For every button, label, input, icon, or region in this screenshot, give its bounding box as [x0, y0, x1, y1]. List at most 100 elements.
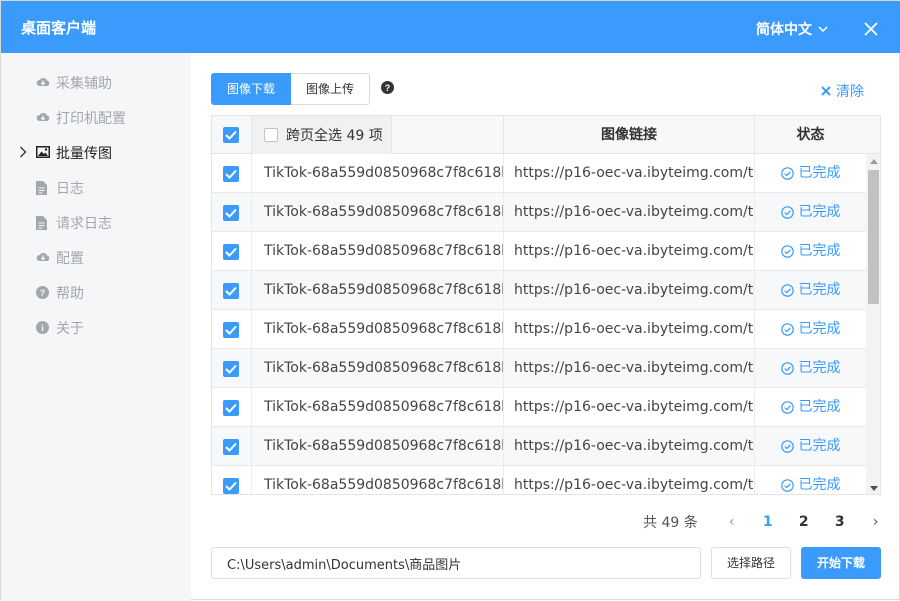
- select-all-checkbox[interactable]: [223, 127, 239, 143]
- sidebar-item[interactable]: 请求日志: [1, 211, 191, 235]
- check-circle-icon: [780, 245, 794, 258]
- start-download-button[interactable]: 开始下载: [801, 547, 881, 579]
- table-row[interactable]: TikTok-68a559d0850968c7f8c618b... https:/…: [212, 193, 866, 232]
- sidebar-item-label: 批量传图: [56, 146, 112, 162]
- row-checkbox-cell: [212, 466, 252, 494]
- table-body: TikTok-68a559d0850968c7f8c618b... https:/…: [212, 154, 866, 494]
- select-across-pages-label: 跨页全选 49 项: [286, 128, 383, 144]
- row-checkbox[interactable]: [223, 166, 239, 182]
- sidebar-item[interactable]: 打印机配置: [1, 106, 191, 130]
- scroll-thumb[interactable]: [868, 170, 879, 304]
- sidebar-item-label: 日志: [56, 181, 84, 197]
- tab-image-upload[interactable]: 图像上传: [291, 73, 371, 105]
- row-status-label: 已完成: [798, 243, 841, 259]
- next-page-icon[interactable]: ›: [858, 514, 894, 530]
- check-circle-icon: [780, 440, 794, 453]
- check-circle-icon: [780, 401, 794, 414]
- check-circle-icon: [780, 323, 794, 336]
- row-status: 已完成: [755, 271, 866, 310]
- row-checkbox[interactable]: [223, 478, 239, 494]
- prev-page-icon[interactable]: ‹: [714, 514, 750, 530]
- choose-path-button[interactable]: 选择路径: [711, 547, 791, 579]
- pagination: 共 49 条 ‹ 1 2 3 ›: [643, 511, 894, 533]
- sidebar-item[interactable]: 采集辅助: [1, 71, 191, 95]
- row-checkbox[interactable]: [223, 361, 239, 377]
- check-circle-icon: [780, 479, 794, 492]
- sidebar-item[interactable]: i 关于: [1, 316, 191, 340]
- download-table: 名 图像链接 状态 跨页全选 49 项 TikTok-68a559d085096…: [211, 115, 881, 495]
- close-icon[interactable]: [863, 21, 879, 37]
- table-row[interactable]: TikTok-68a559d0850968c7f8c618b... https:/…: [212, 271, 866, 310]
- row-checkbox-cell: [212, 310, 252, 349]
- question-circle-icon[interactable]: ?: [381, 81, 394, 94]
- language-selector[interactable]: 简体中文: [756, 19, 828, 39]
- row-checkbox[interactable]: [223, 439, 239, 455]
- svg-text:?: ?: [40, 288, 46, 298]
- row-image-link: https://p16-oec-va.ibyteimg.com/t...: [504, 310, 755, 349]
- scroll-up-arrow[interactable]: [870, 159, 878, 164]
- row-status: 已完成: [755, 388, 866, 427]
- table-row[interactable]: TikTok-68a559d0850968c7f8c618b... https:/…: [212, 427, 866, 466]
- table-row[interactable]: TikTok-68a559d0850968c7f8c618b... https:/…: [212, 232, 866, 271]
- row-checkbox[interactable]: [223, 400, 239, 416]
- file-icon: [36, 216, 50, 230]
- sidebar-item-label: 采集辅助: [56, 76, 112, 92]
- row-status: 已完成: [755, 154, 866, 193]
- row-image-link: https://p16-oec-va.ibyteimg.com/t...: [504, 427, 755, 466]
- row-checkbox[interactable]: [223, 283, 239, 299]
- row-checkbox-cell: [212, 193, 252, 232]
- sidebar-item-label: 打印机配置: [56, 111, 126, 127]
- sidebar-item[interactable]: ? 帮助: [1, 281, 191, 305]
- clear-button[interactable]: 清除: [821, 81, 864, 101]
- row-status: 已完成: [755, 310, 866, 349]
- row-name: TikTok-68a559d0850968c7f8c618b...: [252, 349, 504, 388]
- table-row[interactable]: TikTok-68a559d0850968c7f8c618b... https:/…: [212, 388, 866, 427]
- row-name: TikTok-68a559d0850968c7f8c618b...: [252, 193, 504, 232]
- sidebar-item-label: 关于: [56, 321, 84, 337]
- table-row[interactable]: TikTok-68a559d0850968c7f8c618b... https:/…: [212, 310, 866, 349]
- file-icon: [36, 181, 50, 195]
- header-status: 状态: [796, 127, 825, 143]
- row-name: TikTok-68a559d0850968c7f8c618b...: [252, 232, 504, 271]
- row-name: TikTok-68a559d0850968c7f8c618b...: [252, 427, 504, 466]
- check-circle-icon: [780, 362, 794, 375]
- page-2[interactable]: 2: [786, 514, 822, 530]
- table-scrollbar[interactable]: [866, 154, 880, 494]
- sidebar-item-label: 请求日志: [56, 216, 112, 232]
- svg-text:?: ?: [385, 83, 391, 93]
- cloud-download-icon: [36, 76, 50, 90]
- cloud-download-icon: [36, 111, 50, 125]
- scroll-down-arrow[interactable]: [870, 486, 878, 491]
- table-row[interactable]: TikTok-68a559d0850968c7f8c618b... https:/…: [212, 466, 866, 494]
- question-circle-icon: ?: [36, 286, 50, 300]
- language-label: 简体中文: [756, 22, 812, 38]
- row-checkbox[interactable]: [223, 322, 239, 338]
- sidebar-item[interactable]: 配置: [1, 246, 191, 270]
- image-icon: [36, 146, 50, 160]
- total-count: 共 49 条: [643, 515, 698, 531]
- row-image-link: https://p16-oec-va.ibyteimg.com/t...: [504, 193, 755, 232]
- page-1[interactable]: 1: [750, 514, 786, 530]
- select-across-pages-checkbox[interactable]: [264, 128, 278, 142]
- header-checkbox-cell: [212, 116, 252, 154]
- table-row[interactable]: TikTok-68a559d0850968c7f8c618b... https:/…: [212, 154, 866, 193]
- sidebar-item[interactable]: 批量传图: [1, 141, 191, 165]
- check-circle-icon: [780, 206, 794, 219]
- select-across-pages[interactable]: 跨页全选 49 项: [252, 116, 392, 154]
- save-path-input[interactable]: [211, 547, 701, 579]
- sidebar-item-label: 配置: [56, 251, 84, 267]
- chevron-right-icon: [19, 146, 27, 160]
- cloud-download-icon: [36, 251, 50, 265]
- sidebar-item[interactable]: 日志: [1, 176, 191, 200]
- page-3[interactable]: 3: [822, 514, 858, 530]
- row-status: 已完成: [755, 466, 866, 494]
- table-row[interactable]: TikTok-68a559d0850968c7f8c618b... https:/…: [212, 349, 866, 388]
- row-checkbox[interactable]: [223, 244, 239, 260]
- tab-bar: 图像下载 图像上传: [211, 73, 371, 105]
- row-image-link: https://p16-oec-va.ibyteimg.com/t...: [504, 388, 755, 427]
- row-status-label: 已完成: [798, 204, 841, 220]
- header-image-link: 图像链接: [504, 116, 755, 154]
- row-status-label: 已完成: [798, 477, 841, 493]
- tab-image-download[interactable]: 图像下载: [211, 73, 292, 105]
- row-checkbox[interactable]: [223, 205, 239, 221]
